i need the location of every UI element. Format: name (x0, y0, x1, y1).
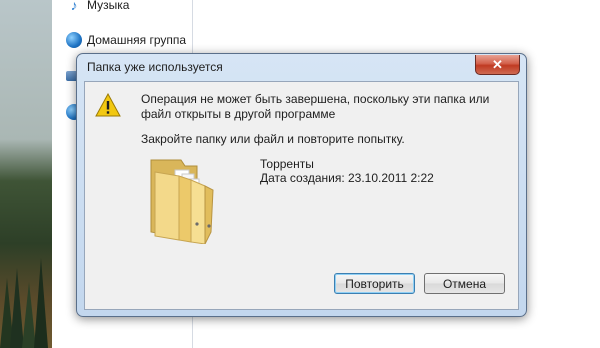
warning-icon (95, 93, 121, 117)
dialog-content: Операция не может быть завершена, поскол… (84, 81, 519, 310)
nav-item-homegroup[interactable]: Домашняя группа (66, 32, 186, 48)
file-created-date: Дата создания: 23.10.2011 2:22 (260, 171, 434, 185)
folder-in-use-dialog: Папка уже используется ✕ Операция не мож… (76, 53, 527, 317)
error-message: Операция не может быть завершена, поскол… (141, 92, 490, 121)
music-note-icon: ♪ (70, 0, 78, 13)
file-name: Торренты (260, 157, 314, 171)
nav-item-homegroup-label: Домашняя группа (87, 33, 187, 47)
homegroup-icon (66, 32, 82, 48)
desktop-background (0, 0, 52, 348)
instruction-text: Закройте папку или файл и повторите попы… (141, 132, 405, 146)
dialog-title: Папка уже используется (87, 60, 223, 74)
cancel-button[interactable]: Отмена (424, 273, 505, 294)
retry-button[interactable]: Повторить (334, 273, 415, 294)
nav-item-music[interactable]: ♪ Музыка (66, 0, 130, 13)
dialog-title-bar[interactable]: Папка уже используется ✕ (77, 54, 526, 80)
close-icon: ✕ (492, 57, 503, 72)
folder-icon (150, 159, 214, 244)
nav-item-music-label: Музыка (87, 0, 130, 12)
close-button[interactable]: ✕ (475, 55, 520, 75)
